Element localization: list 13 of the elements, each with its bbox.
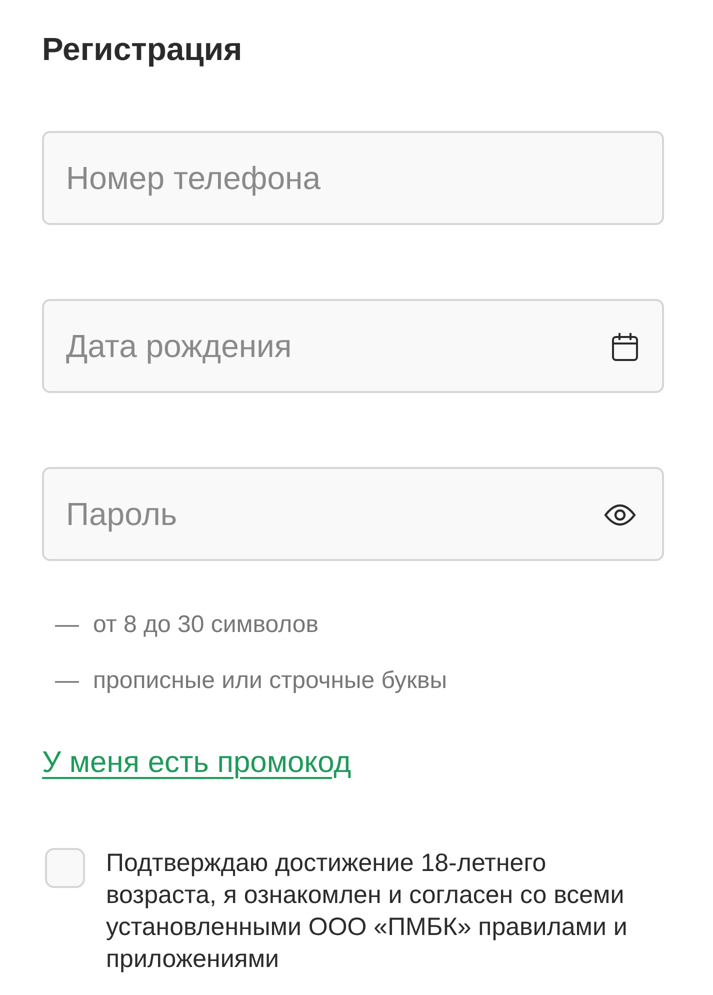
rule-dash: — xyxy=(55,611,79,639)
page-title: Регистрация xyxy=(42,30,244,69)
rule-dash: — xyxy=(55,667,79,695)
password-rule-text: от 8 до 30 символов xyxy=(93,611,318,639)
eye-icon[interactable] xyxy=(604,504,636,526)
password-rule-text: прописные или строчные буквы xyxy=(93,667,447,695)
phone-field[interactable]: Номер телефона xyxy=(42,131,664,225)
birth-date-field[interactable]: Дата рождения xyxy=(42,299,664,393)
consent-checkbox[interactable] xyxy=(45,848,85,888)
calendar-icon[interactable] xyxy=(612,333,638,361)
consent-text: Подтверждаю достижение 18-летнего возраста, я ознакомлен и согласен со всеми установленными ООО «ПМБК» правилами и приложениями xyxy=(106,848,628,975)
password-field[interactable]: Пароль xyxy=(42,467,664,561)
promo-code-link[interactable]: У меня есть промокод xyxy=(42,745,352,781)
